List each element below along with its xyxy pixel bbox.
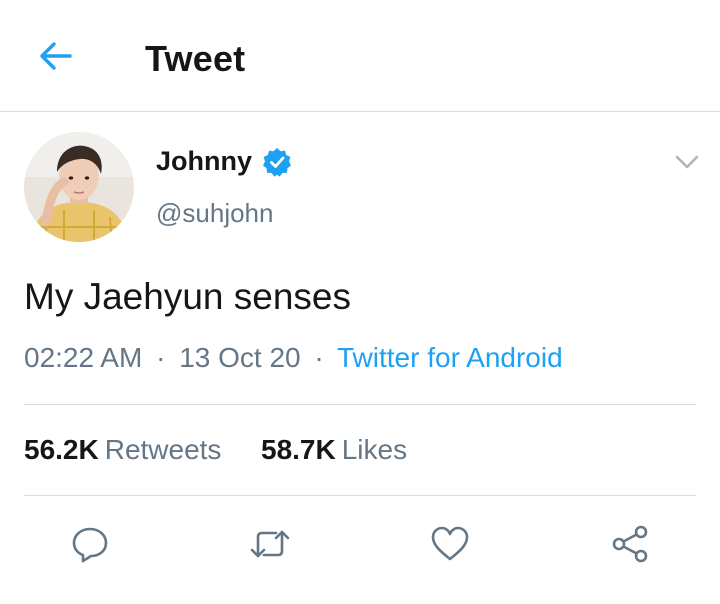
avatar[interactable] [24, 132, 134, 242]
like-button[interactable] [428, 522, 472, 566]
divider [24, 495, 696, 496]
verified-badge-icon [263, 147, 292, 177]
arrow-left-icon [40, 42, 72, 70]
retweet-button[interactable] [248, 522, 292, 566]
tweet-time: 02:22 AM [24, 342, 143, 373]
author-row: Johnny [156, 146, 292, 177]
share-button[interactable] [608, 522, 652, 566]
author-handle[interactable]: @suhjohn [156, 198, 273, 229]
likes-count: 58.7K [261, 434, 336, 465]
tweet-stats: 56.2K Retweets 58.7K Likes [24, 434, 407, 466]
share-icon [612, 525, 648, 563]
author-name[interactable]: Johnny [156, 146, 252, 177]
retweets-label: Retweets [104, 434, 222, 465]
reply-button[interactable] [68, 522, 112, 566]
more-options-button[interactable] [670, 150, 704, 174]
tweet-source-link[interactable]: Twitter for Android [337, 342, 563, 373]
likes-label: Likes [341, 434, 408, 465]
divider [24, 404, 696, 405]
separator: · [314, 342, 324, 373]
reply-icon [72, 527, 108, 563]
top-bar: Tweet [0, 0, 720, 112]
chevron-down-icon [675, 155, 699, 169]
retweet-icon [250, 530, 290, 558]
profile-photo [24, 132, 134, 242]
separator: · [156, 342, 166, 373]
tweet-text: My Jaehyun senses [24, 276, 352, 317]
tweet-meta: 02:22 AM · 13 Oct 20 · Twitter for Andro… [24, 342, 563, 374]
back-button[interactable] [34, 36, 78, 76]
retweets-count: 56.2K [24, 434, 99, 465]
page-title: Tweet [145, 38, 246, 79]
retweets-stat[interactable]: 56.2K Retweets [24, 434, 229, 465]
likes-stat[interactable]: 58.7K Likes [261, 434, 407, 465]
tweet-date: 13 Oct 20 [179, 342, 301, 373]
heart-icon [431, 526, 469, 561]
